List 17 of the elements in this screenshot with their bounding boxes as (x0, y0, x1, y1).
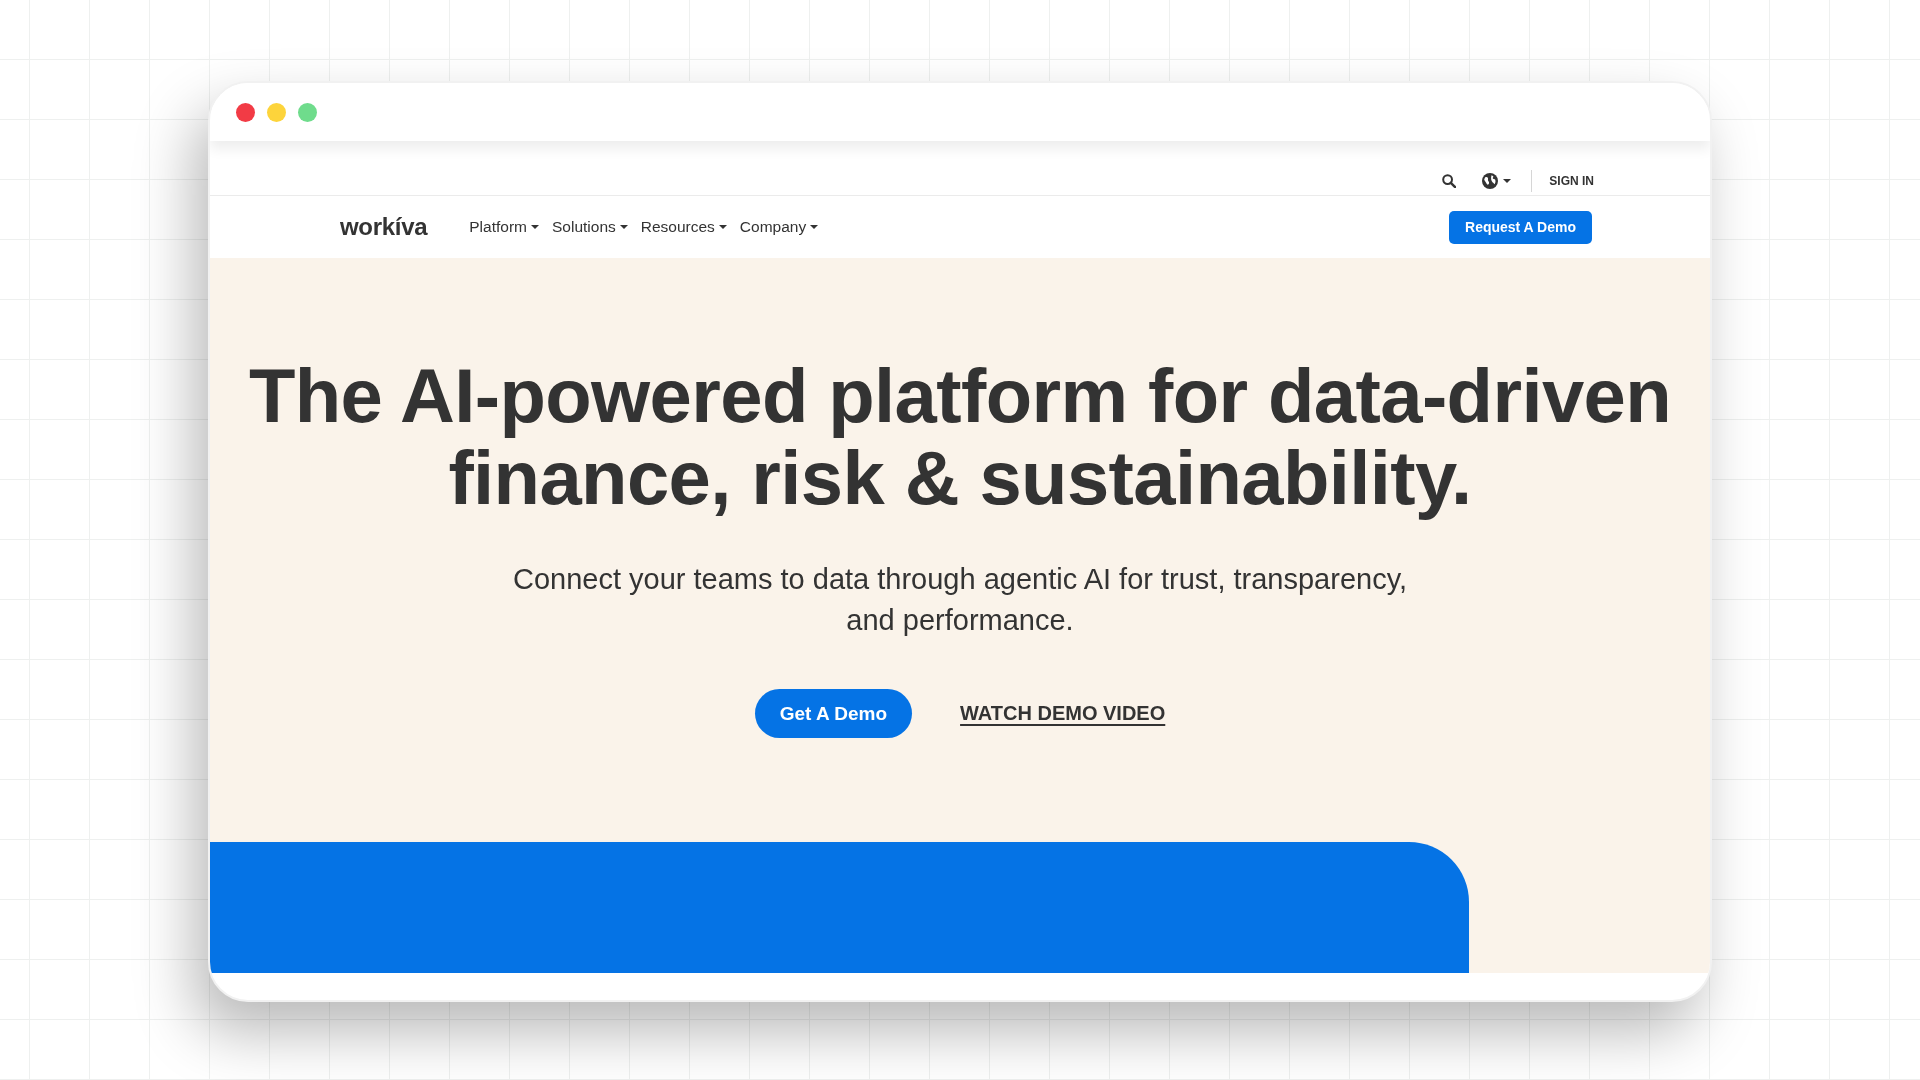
sign-in-link[interactable]: SIGN IN (1549, 174, 1594, 188)
globe-icon (1482, 173, 1499, 189)
get-demo-button[interactable]: Get A Demo (754, 689, 913, 738)
logo[interactable]: workíva (340, 213, 428, 241)
window-control-button[interactable] (236, 102, 255, 122)
language-button[interactable] (1482, 173, 1512, 189)
search-icon (1442, 174, 1457, 188)
search-button[interactable] (1442, 174, 1457, 188)
hero-subheadline: Connect your teams to data through agentic AI for trust, transparency, and performance. (511, 562, 1409, 638)
hero-headline: The AI-powered platform for data-driven finance, risk & sustainability. (247, 355, 1673, 519)
nav-menu-item[interactable]: Solutions (552, 218, 628, 236)
nav-menu-item[interactable]: Company (739, 218, 819, 236)
caret-icon (1503, 179, 1512, 183)
nav-menu-item[interactable]: Platform (469, 218, 539, 236)
nav-menu-item[interactable]: Resources (640, 218, 727, 236)
request-demo-button[interactable]: Request A Demo (1449, 210, 1592, 244)
watch-video-link[interactable]: WATCH DEMO VIDEO (960, 702, 1166, 725)
